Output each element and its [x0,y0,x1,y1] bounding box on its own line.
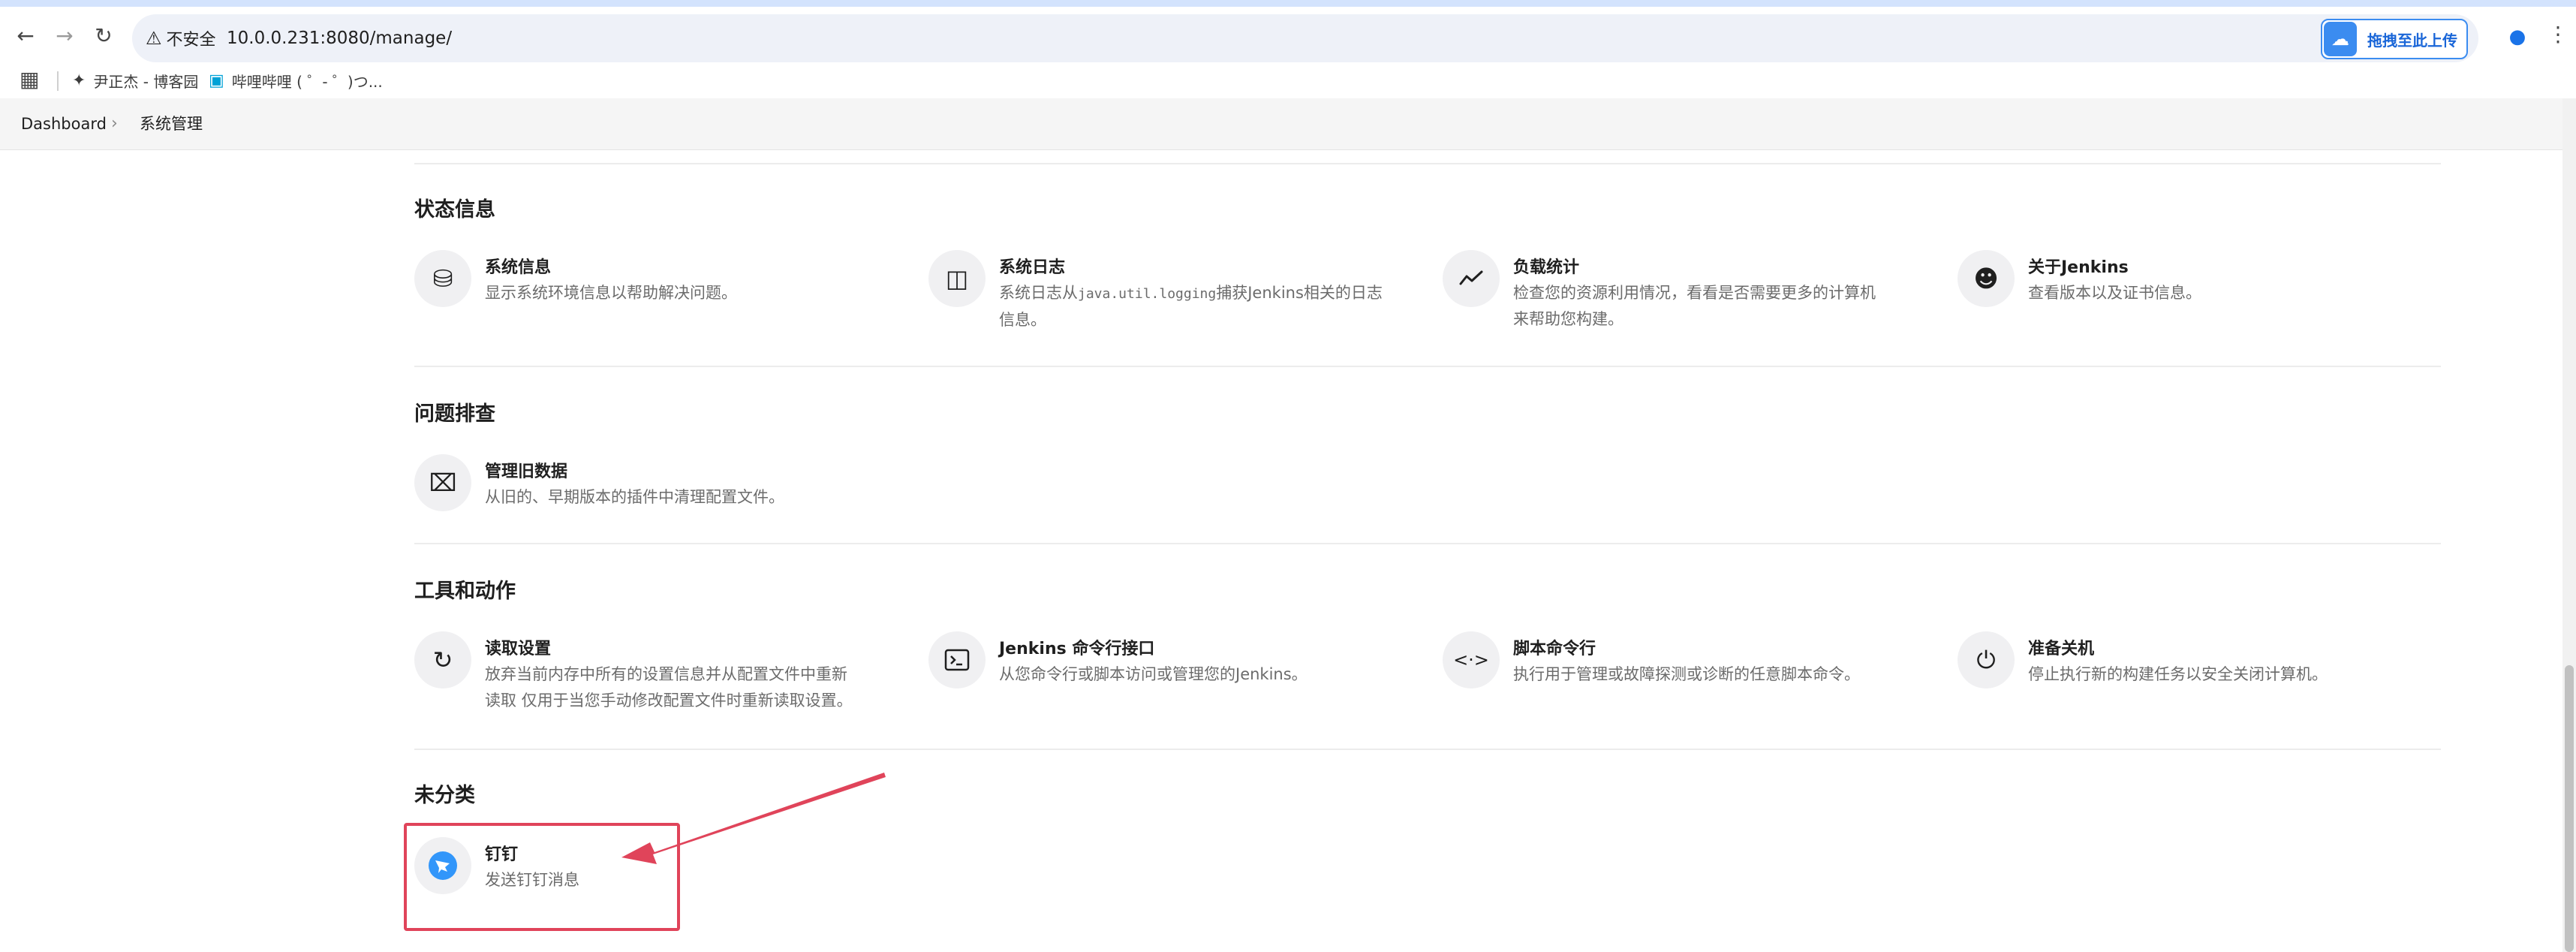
section-divider [414,543,2441,544]
item-desc-line1: 检查您的资源利用情况，看看是否需要更多的计算机 [1513,284,1876,302]
item-desc: 放弃当前内存中所有的设置信息并从配置文件中重新 读取 仅用于当您手动修改配置文件时… [485,661,853,714]
item-desc: 检查您的资源利用情况，看看是否需要更多的计算机 来帮助您构建。 [1513,280,1876,333]
section-divider [414,366,2441,367]
reload-icon: ↻ [414,631,471,688]
reload-icon[interactable]: ↻ [89,20,119,50]
item-desc: 执行用于管理或故障探测或诊断的任意脚本命令。 [1513,665,1860,683]
upload-extension-label: 拖拽至此上传 [2367,31,2457,50]
code-brackets-icon: <·> [1443,631,1500,688]
bilibili-icon: ▣ [209,71,224,90]
annotation-highlight-box [404,823,680,931]
bookmark-cnblogs[interactable]: ✦ 尹正杰 - 博客园 [72,62,198,98]
item-title: 准备关机 [2028,640,2095,658]
insecure-label: 不安全 [166,31,216,50]
insecure-badge[interactable]: ⚠ 不安全 [146,14,216,62]
item-desc-line1: 放弃当前内存中所有的设置信息并从配置文件中重新 [485,665,847,683]
bookmarks-bar: ▦ ✦ 尹正杰 - 博客园 ▣ 哔哩哔哩 ( ゜- ゜)つ... [0,62,2576,98]
warning-triangle-icon: ⚠ [146,28,162,49]
bookmark-label: 尹正杰 - 博客园 [93,72,199,91]
item-title: 读取设置 [485,640,552,658]
scrollbar-thumb[interactable] [2565,665,2574,952]
log-panel-icon: ◫ [928,250,986,307]
chevron-right-icon: › [111,114,118,133]
url-text[interactable]: 10.0.0.231:8080/manage/ [227,14,452,62]
item-title: 脚本命令行 [1513,640,1596,658]
address-bar[interactable]: ⚠ 不安全 10.0.0.231:8080/manage/ ☁ 拖拽至此上传 [132,14,2478,62]
person-icon[interactable]: ● [2504,23,2531,50]
item-title: 系统信息 [485,258,552,277]
back-arrow-icon[interactable]: ← [11,20,41,50]
terminal-icon [928,631,986,688]
item-desc: 查看版本以及证书信息。 [2028,284,2201,302]
item-title: 管理旧数据 [485,462,568,481]
jenkins-butler-icon: ☻ [1958,250,2015,307]
item-desc-line2: 读取 仅用于当您手动修改配置文件时重新读取设置。 [485,691,853,709]
section-title-status: 状态信息 [414,198,495,221]
breadcrumb: Dashboard › 系统管理 [0,98,2576,150]
manage-content: 状态信息 ⛁ 系统信息 显示系统环境信息以帮助解决问题。 ◫ 系统日志 系统日志… [0,149,2562,952]
item-title: Jenkins 命令行接口 [999,640,1155,658]
item-desc: 显示系统环境信息以帮助解决问题。 [485,284,737,302]
trend-line-icon [1443,250,1500,307]
breadcrumb-manage[interactable]: 系统管理 [140,98,203,149]
item-desc: 从旧的、早期版本的插件中清理配置文件。 [485,488,784,506]
power-icon: ⏻ [1958,631,2015,688]
item-desc: 停止执行新的构建任务以安全关闭计算机。 [2028,665,2328,683]
item-title: 负载统计 [1513,258,1580,277]
upload-extension-button[interactable]: ☁ 拖拽至此上传 [2321,19,2468,59]
bookmark-label: 哔哩哔哩 ( ゜- ゜)つ... [231,72,383,91]
section-title-troubleshooting: 问题排查 [414,402,495,426]
item-desc-line2: 信息。 [999,311,1046,329]
bookmark-separator [57,71,59,91]
item-title: 系统日志 [999,258,1066,277]
archive-box-icon: ⌧ [414,454,471,511]
item-desc-part: 捕获Jenkins相关的日志 [1216,284,1383,302]
item-desc-code: java.util.logging [1078,286,1217,302]
item-desc-part: 系统日志从 [999,284,1078,302]
kebab-menu-icon[interactable]: ⋮ [2547,22,2568,47]
section-divider [414,163,2441,164]
apps-grid-icon[interactable]: ▦ [20,67,39,92]
browser-tab-strip [0,0,2576,7]
cnblogs-icon: ✦ [72,71,86,90]
bookmark-bilibili[interactable]: ▣ 哔哩哔哩 ( ゜- ゜)つ... [209,62,383,98]
section-divider [414,749,2441,750]
section-title-tools: 工具和动作 [414,580,516,603]
section-title-uncategorized: 未分类 [414,784,475,807]
cloud-upload-icon: ☁ [2324,22,2357,56]
browser-toolbar: ← → ↻ ⚠ 不安全 10.0.0.231:8080/manage/ ☁ 拖拽… [0,7,2576,62]
item-desc: 系统日志从java.util.logging捕获Jenkins相关的日志信息。 [999,280,1383,333]
forward-arrow-icon[interactable]: → [50,20,80,50]
breadcrumb-dashboard[interactable]: Dashboard [21,98,107,149]
item-desc: 从您命令行或脚本访问或管理您的Jenkins。 [999,665,1308,683]
item-desc-line2: 来帮助您构建。 [1513,310,1624,328]
database-icon: ⛁ [414,250,471,307]
item-title: 关于Jenkins [2028,258,2129,277]
